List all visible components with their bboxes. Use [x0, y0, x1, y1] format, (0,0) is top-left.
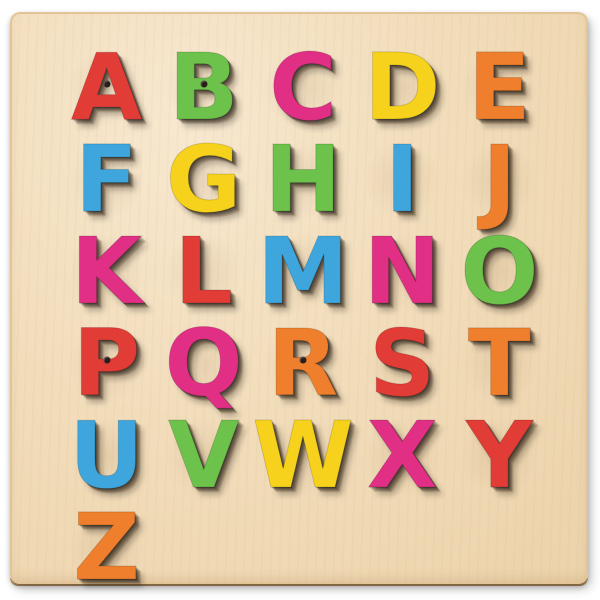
letter-piece-g[interactable]: G	[165, 133, 242, 226]
letter-cell-u: U	[58, 409, 155, 502]
letter-cell-b: B	[155, 41, 252, 134]
letter-piece-w[interactable]: W	[252, 409, 354, 502]
letter-cell-s: S	[354, 317, 451, 410]
letter-piece-o[interactable]: O	[460, 225, 539, 318]
letter-cell-v: V	[155, 409, 252, 502]
letter-cell-i: I	[354, 133, 451, 226]
letter-cell-d: D	[354, 41, 451, 134]
letter-cell-q: Q	[155, 317, 252, 410]
letter-cell-m: M	[252, 225, 353, 318]
letter-piece-c[interactable]: C	[269, 41, 338, 134]
letter-piece-u[interactable]: U	[69, 409, 145, 502]
letter-piece-d[interactable]: D	[364, 41, 441, 134]
letter-piece-q[interactable]: Q	[164, 317, 243, 410]
peg-hole-icon	[103, 80, 111, 88]
peg-hole-icon	[299, 356, 307, 364]
peg-hole-icon	[200, 80, 208, 88]
letter-cell-x: X	[354, 409, 451, 502]
letter-piece-f[interactable]: F	[75, 133, 139, 226]
peg-hole-icon	[103, 356, 111, 364]
letter-piece-y[interactable]: Y	[466, 409, 534, 502]
letter-piece-t[interactable]: T	[468, 317, 532, 410]
letter-cell-j: J	[451, 133, 548, 226]
letter-cell-w: W	[252, 409, 354, 502]
letter-piece-z[interactable]: Z	[73, 501, 141, 594]
letter-piece-e[interactable]: E	[468, 41, 532, 134]
letter-piece-i[interactable]: I	[385, 133, 420, 226]
letter-piece-k[interactable]: K	[70, 225, 142, 318]
letter-cell-r: R	[252, 317, 353, 410]
letter-grid: ABCDE FGHIJ KLMNO PQRST UVWXY Z	[58, 41, 548, 594]
letter-piece-p[interactable]: P	[72, 317, 140, 410]
letter-piece-j[interactable]: J	[482, 133, 517, 226]
letter-cell-k: K	[58, 225, 155, 318]
letter-cell-g: G	[155, 133, 252, 226]
letter-piece-r[interactable]: R	[267, 317, 339, 410]
letter-cell-t: T	[451, 317, 548, 410]
letter-cell-z: Z	[58, 501, 155, 594]
letter-cell-a: A	[58, 41, 155, 134]
letter-piece-h[interactable]: H	[264, 133, 342, 226]
letter-piece-l[interactable]: L	[174, 225, 234, 318]
alphabet-puzzle-scene: ABCDE FGHIJ KLMNO PQRST UVWXY Z	[0, 0, 600, 600]
letter-piece-n[interactable]: N	[363, 225, 441, 318]
letter-cell-y: Y	[451, 409, 548, 502]
letter-cell-f: F	[58, 133, 155, 226]
letter-piece-a[interactable]: A	[70, 41, 142, 134]
letter-piece-s[interactable]: S	[369, 317, 436, 410]
letter-cell-h: H	[252, 133, 353, 226]
letter-piece-m[interactable]: M	[257, 225, 350, 318]
letter-cell-e: E	[451, 41, 548, 134]
letter-cell-o: O	[451, 225, 548, 318]
letter-cell-l: L	[155, 225, 252, 318]
letter-cell-n: N	[354, 225, 451, 318]
letter-cell-p: P	[58, 317, 155, 410]
letter-piece-b[interactable]: B	[168, 41, 239, 134]
letter-piece-x[interactable]: X	[366, 409, 438, 502]
letter-piece-v[interactable]: V	[168, 409, 240, 502]
letter-cell-c: C	[252, 41, 353, 134]
